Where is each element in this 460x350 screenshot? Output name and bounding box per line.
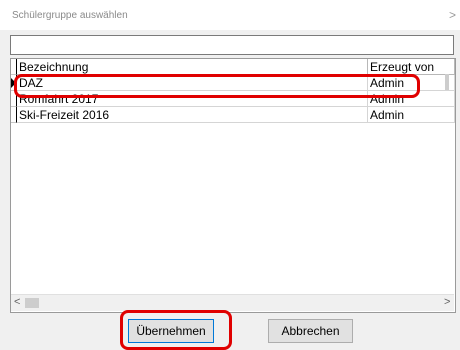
dialog-title: Schülergruppe auswählen bbox=[12, 10, 128, 21]
cell-name[interactable]: DAZ bbox=[17, 75, 368, 91]
cell-creator[interactable]: Admin bbox=[368, 75, 455, 91]
table-row[interactable]: Romfahrt 2017 Admin bbox=[11, 91, 455, 107]
group-grid: Bezeichnung Erzeugt von DAZ Admin Romfah… bbox=[10, 58, 456, 313]
table-row[interactable]: Ski-Freizeit 2016 Admin bbox=[11, 107, 455, 123]
current-row-arrow-icon bbox=[11, 78, 16, 88]
vertical-scrollbar[interactable] bbox=[444, 58, 454, 313]
ubernehmen-button[interactable]: Übernehmen bbox=[128, 319, 214, 343]
cell-creator[interactable]: Admin bbox=[368, 91, 455, 107]
horizontal-scroll-thumb[interactable] bbox=[25, 298, 39, 308]
cell-creator[interactable]: Admin bbox=[368, 107, 455, 123]
table-row[interactable]: DAZ Admin bbox=[11, 75, 455, 91]
scroll-right-icon[interactable]: > bbox=[444, 296, 450, 308]
title-bar: Schülergruppe auswählen > bbox=[0, 0, 460, 30]
search-input[interactable] bbox=[10, 35, 454, 55]
abbrechen-button[interactable]: Abbrechen bbox=[268, 319, 353, 343]
column-header-bezeichnung[interactable]: Bezeichnung bbox=[17, 59, 368, 75]
cell-name[interactable]: Romfahrt 2017 bbox=[17, 91, 368, 107]
scroll-left-icon[interactable]: < bbox=[14, 296, 20, 308]
cell-name[interactable]: Ski-Freizeit 2016 bbox=[17, 107, 368, 123]
vertical-scroll-thumb[interactable] bbox=[445, 74, 449, 90]
column-header-erzeugt-von[interactable]: Erzeugt von bbox=[368, 59, 455, 75]
horizontal-scrollbar[interactable]: < > bbox=[11, 294, 454, 311]
close-icon[interactable]: > bbox=[449, 8, 456, 22]
grid-header: Bezeichnung Erzeugt von bbox=[11, 59, 455, 75]
